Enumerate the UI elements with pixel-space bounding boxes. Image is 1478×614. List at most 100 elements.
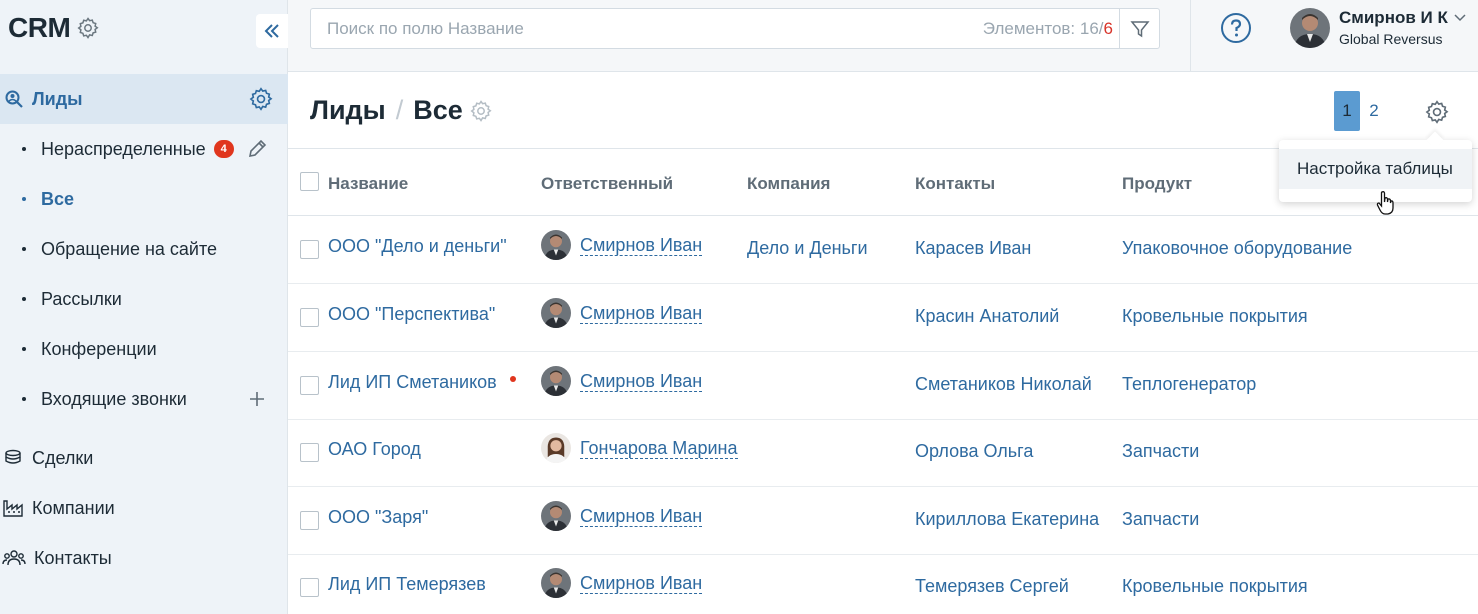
row-checkbox[interactable] bbox=[300, 443, 319, 462]
select-all-checkbox[interactable] bbox=[300, 172, 319, 191]
sidebar-item-label: Рассылки bbox=[41, 288, 122, 309]
table-settings-menu-item[interactable]: Настройка таблицы bbox=[1279, 149, 1472, 189]
contact-link[interactable]: Орлова Ольга bbox=[915, 441, 1033, 462]
search-input[interactable] bbox=[311, 9, 951, 48]
contact-link[interactable]: Карасев Иван bbox=[915, 238, 1031, 259]
lead-name-link[interactable]: ООО "Перспектива" bbox=[328, 304, 495, 325]
user-menu[interactable]: Смирнов И К Global Reversus bbox=[1290, 8, 1466, 48]
breadcrumb-separator: / bbox=[395, 95, 404, 125]
sidebar-subitem-all[interactable]: Все bbox=[0, 174, 288, 224]
sidebar-subitem-incoming-calls[interactable]: Входящие звонки bbox=[0, 374, 288, 424]
lead-name: ООО "Дело и деньги" bbox=[328, 236, 507, 256]
sidebar-item-label: Обращение на сайте bbox=[41, 238, 218, 259]
responsible-name: Смирнов Иван bbox=[580, 234, 703, 256]
bullet bbox=[22, 297, 26, 301]
sidebar-subitem-conferences[interactable]: Конференции bbox=[0, 324, 288, 374]
table-row: Лид ИП Темерязев Смирнов Иван Темерязев Се… bbox=[288, 554, 1478, 614]
table-row: ОАО Город Гончарова Марина Орлова Ольга Зап… bbox=[288, 419, 1478, 487]
lead-name-link[interactable]: ООО "Дело и деньги" bbox=[328, 236, 507, 257]
sidebar-subitem-website[interactable]: Обращение на сайте bbox=[0, 224, 288, 274]
lead-name: ОАО Город bbox=[328, 439, 421, 459]
table-settings-gear-icon[interactable] bbox=[1424, 99, 1450, 125]
company-link[interactable]: Дело и Деньги bbox=[747, 238, 868, 259]
product-link[interactable]: Кровельные покрытия bbox=[1122, 306, 1308, 327]
avatar bbox=[541, 230, 571, 260]
column-header-product[interactable]: Продукт bbox=[1122, 174, 1192, 194]
brand-title: CRM bbox=[8, 12, 71, 43]
contact-link[interactable]: Сметаников Николай bbox=[915, 374, 1092, 395]
collapse-sidebar-button[interactable] bbox=[256, 14, 288, 48]
breadcrumb: Лиды / Все bbox=[310, 95, 493, 126]
help-icon[interactable] bbox=[1220, 12, 1252, 44]
sidebar-item-deals[interactable]: Сделки bbox=[0, 435, 288, 481]
bullet bbox=[22, 147, 26, 151]
responsible-user-link[interactable]: Смирнов Иван bbox=[541, 501, 703, 531]
gear-icon[interactable] bbox=[76, 16, 100, 40]
contact-link[interactable]: Красин Анатолий bbox=[915, 306, 1059, 327]
bullet bbox=[22, 247, 26, 251]
breadcrumb-current: Все bbox=[413, 95, 463, 125]
row-checkbox[interactable] bbox=[300, 308, 319, 327]
column-header-company[interactable]: Компания bbox=[747, 174, 830, 194]
lead-name: ООО "Заря" bbox=[328, 507, 429, 527]
responsible-user-link[interactable]: Смирнов Иван bbox=[541, 298, 703, 328]
product-link[interactable]: Запчасти bbox=[1122, 509, 1199, 530]
gear-icon[interactable] bbox=[248, 86, 274, 112]
responsible-name: Смирнов Иван bbox=[580, 505, 703, 527]
gear-icon[interactable] bbox=[469, 99, 493, 123]
avatar bbox=[541, 501, 571, 531]
lead-name: Лид ИП Темерязев bbox=[328, 574, 486, 594]
search-box: Элементов: 16/6 bbox=[310, 8, 1160, 49]
product-link[interactable]: Теплогенератор bbox=[1122, 374, 1256, 395]
avatar bbox=[541, 568, 571, 598]
responsible-user-link[interactable]: Смирнов Иван bbox=[541, 230, 703, 260]
sidebar-item-label: Конференции bbox=[41, 338, 157, 359]
contact-link[interactable]: Темерязев Сергей bbox=[915, 576, 1069, 597]
product-link[interactable]: Кровельные покрытия bbox=[1122, 576, 1308, 597]
responsible-name: Смирнов Иван bbox=[580, 302, 703, 324]
lead-name-link[interactable]: Лид ИП Темерязев bbox=[328, 574, 486, 595]
pagination: 1 2 bbox=[1334, 91, 1388, 131]
topbar: Элементов: 16/6 Смирнов И К Global Rever… bbox=[288, 0, 1478, 72]
responsible-name: Гончарова Марина bbox=[580, 437, 738, 459]
responsible-user-link[interactable]: Гончарова Марина bbox=[541, 433, 738, 463]
bullet bbox=[22, 197, 26, 201]
responsible-user-link[interactable]: Смирнов Иван bbox=[541, 568, 703, 598]
sidebar-item-contacts[interactable]: Контакты bbox=[0, 535, 288, 581]
responsible-user-link[interactable]: Смирнов Иван bbox=[541, 366, 703, 396]
row-checkbox[interactable] bbox=[300, 511, 319, 530]
sidebar-subitem-mailings[interactable]: Рассылки bbox=[0, 274, 288, 324]
sidebar-item-companies[interactable]: Компании bbox=[0, 485, 288, 531]
column-header-contacts[interactable]: Контакты bbox=[915, 174, 995, 194]
count-label: Элементов: 16 bbox=[982, 19, 1099, 38]
plus-icon[interactable] bbox=[246, 388, 268, 410]
brand: CRM bbox=[8, 12, 100, 44]
page-1-button[interactable]: 1 bbox=[1334, 91, 1360, 131]
breadcrumb-root[interactable]: Лиды bbox=[310, 95, 386, 126]
bullet bbox=[22, 397, 26, 401]
responsible-name: Смирнов Иван bbox=[580, 370, 703, 392]
lead-name-link[interactable]: ОАО Город bbox=[328, 439, 421, 460]
column-header-name[interactable]: Название bbox=[328, 174, 408, 194]
pencil-icon[interactable] bbox=[246, 138, 268, 160]
table-row: Лид ИП Сметаников Смирнов Иван Сметаников … bbox=[288, 352, 1478, 420]
filter-button[interactable] bbox=[1119, 9, 1159, 48]
sidebar-item-label: Сделки bbox=[32, 447, 94, 468]
column-header-responsible[interactable]: Ответственный bbox=[541, 174, 673, 194]
contact-link[interactable]: Кириллова Екатерина bbox=[915, 509, 1099, 530]
lead-name-link[interactable]: ООО "Заря" bbox=[328, 507, 428, 528]
row-checkbox[interactable] bbox=[300, 376, 319, 395]
row-checkbox[interactable] bbox=[300, 578, 319, 597]
sidebar-item-leads[interactable]: Лиды bbox=[0, 74, 288, 124]
page-2-button[interactable]: 2 bbox=[1361, 91, 1387, 131]
sidebar-item-label: Входящие звонки bbox=[41, 388, 187, 409]
avatar bbox=[541, 298, 571, 328]
sidebar-subitem-unassigned[interactable]: Нераспределенные 4 bbox=[0, 124, 288, 174]
product-link[interactable]: Запчасти bbox=[1122, 441, 1199, 462]
row-checkbox[interactable] bbox=[300, 240, 319, 259]
factory-icon bbox=[3, 500, 23, 517]
product-link[interactable]: Упаковочное оборудование bbox=[1122, 238, 1352, 259]
lead-name-link[interactable]: Лид ИП Сметаников bbox=[328, 372, 516, 393]
people-icon bbox=[2, 550, 26, 566]
coins-icon bbox=[5, 449, 21, 464]
